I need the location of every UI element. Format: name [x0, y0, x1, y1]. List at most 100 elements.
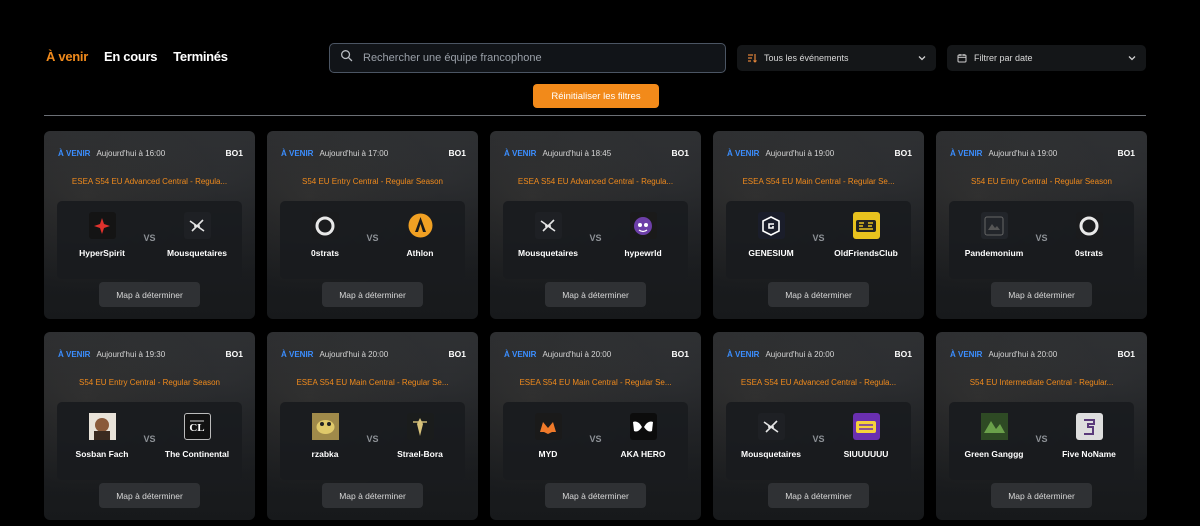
map-tbd-button[interactable]: Map à déterminer	[768, 282, 869, 307]
event-name: ESEA S54 EU Advanced Central - Regula...	[740, 378, 897, 387]
chevron-down-icon	[917, 53, 927, 63]
team-name: Mousquetaires	[518, 248, 578, 258]
match-card[interactable]: À VENIR Aujourd'hui à 19:30 BO1 S54 EU E…	[44, 332, 255, 520]
status-badge: À VENIR	[58, 148, 91, 158]
tab-live[interactable]: En cours	[104, 49, 158, 64]
match-card[interactable]: À VENIR Aujourd'hui à 17:00 BO1 S54 EU E…	[267, 131, 478, 319]
match-time: Aujourd'hui à 19:00	[765, 148, 835, 158]
match-card[interactable]: À VENIR Aujourd'hui à 20:00 BO1 S54 EU I…	[936, 332, 1147, 520]
map-tbd-button[interactable]: Map à déterminer	[99, 282, 200, 307]
map-tbd-button[interactable]: Map à déterminer	[545, 282, 646, 307]
match-format: BO1	[448, 349, 466, 359]
tab-finished[interactable]: Terminés	[173, 49, 228, 64]
match-format: BO1	[448, 148, 466, 158]
match-teams: HyperSpirit VS Mousquetaires	[57, 201, 242, 279]
svg-text:CL: CL	[189, 422, 204, 434]
map-tbd-button[interactable]: Map à déterminer	[99, 483, 200, 508]
0strats-logo	[1075, 212, 1103, 239]
team-right[interactable]: hypewrld	[598, 212, 688, 258]
team-right[interactable]: CL The Continental	[152, 413, 242, 459]
search-input[interactable]	[363, 52, 703, 64]
tab-upcoming[interactable]: À venir	[46, 49, 88, 64]
event-name: S54 EU Entry Central - Regular Season	[971, 177, 1112, 186]
team-right[interactable]: Strael-Bora	[375, 413, 465, 459]
team-right[interactable]: OldFriendsClub	[821, 212, 911, 258]
team-name: Strael-Bora	[397, 449, 443, 459]
event-name: ESEA S54 EU Main Central - Regular Se...	[296, 378, 449, 387]
match-time: Aujourd'hui à 18:45	[542, 148, 612, 158]
match-time: Aujourd'hui à 17:00	[319, 148, 389, 158]
status-badge: À VENIR	[727, 349, 760, 359]
events-filter-select[interactable]: Tous les événements	[737, 45, 936, 71]
team-right[interactable]: 0strats	[1044, 212, 1134, 258]
event-name: ESEA S54 EU Main Central - Regular Se...	[519, 378, 672, 387]
team-name: MYD	[538, 449, 558, 459]
team-name: GENESIUM	[748, 248, 794, 258]
match-format: BO1	[894, 349, 912, 359]
team-name: Five NoName	[1062, 449, 1116, 459]
map-tbd-button[interactable]: Map à déterminer	[768, 483, 869, 508]
team-name: Pandemonium	[964, 248, 1024, 258]
match-card[interactable]: À VENIR Aujourd'hui à 16:00 BO1 ESEA S54…	[44, 131, 255, 319]
match-card[interactable]: À VENIR Aujourd'hui à 19:00 BO1 ESEA S54…	[713, 131, 924, 319]
match-format: BO1	[1117, 148, 1135, 158]
match-teams: 0strats VS Athlon	[280, 201, 465, 279]
map-tbd-button[interactable]: Map à déterminer	[322, 282, 423, 307]
status-badge: À VENIR	[504, 148, 537, 158]
siuuuuuu-logo	[852, 413, 880, 440]
match-format: BO1	[225, 349, 243, 359]
match-time: Aujourd'hui à 16:00	[96, 148, 166, 158]
match-time: Aujourd'hui à 19:00	[988, 148, 1058, 158]
athlon-logo	[407, 212, 434, 239]
team-name: 0strats	[1075, 248, 1103, 258]
map-tbd-button[interactable]: Map à déterminer	[545, 483, 646, 508]
match-teams: rzabka VS Strael-Bora	[280, 402, 465, 480]
team-name: AKA HERO	[620, 449, 666, 459]
team-right[interactable]: AKA HERO	[598, 413, 688, 459]
event-name: ESEA S54 EU Main Central - Regular Se...	[742, 177, 895, 186]
status-badge: À VENIR	[58, 349, 91, 359]
match-teams: Sosban Fach VS CL The Continental	[57, 402, 242, 480]
team-right[interactable]: SIUUUUUU	[821, 413, 911, 459]
match-teams: Mousquetaires VS SIUUUUUU	[726, 402, 911, 480]
team-name: 0strats	[311, 248, 339, 258]
map-tbd-button[interactable]: Map à déterminer	[991, 282, 1092, 307]
team-name: Mousquetaires	[167, 248, 227, 258]
match-card[interactable]: À VENIR Aujourd'hui à 20:00 BO1 ESEA S54…	[490, 332, 701, 520]
date-filter-label: Filtrer par date	[974, 53, 1033, 63]
team-name: OldFriendsClub	[834, 248, 898, 258]
match-teams: Green Ganggg VS Five NoName	[949, 402, 1134, 480]
match-card[interactable]: À VENIR Aujourd'hui à 19:00 BO1 S54 EU E…	[936, 131, 1147, 319]
reset-filters-button[interactable]: Réinitialiser les filtres	[533, 84, 659, 108]
team-right[interactable]: Five NoName	[1044, 413, 1134, 459]
match-grid: À VENIR Aujourd'hui à 16:00 BO1 ESEA S54…	[44, 131, 1147, 520]
five-noname-logo	[1075, 413, 1103, 440]
match-format: BO1	[1117, 349, 1135, 359]
hypewrld-logo	[629, 212, 657, 239]
match-card[interactable]: À VENIR Aujourd'hui à 18:45 BO1 ESEA S54…	[490, 131, 701, 319]
match-card[interactable]: À VENIR Aujourd'hui à 20:00 BO1 ESEA S54…	[267, 332, 478, 520]
team-name: rzabka	[311, 449, 339, 459]
team-right[interactable]: Athlon	[375, 212, 465, 258]
map-tbd-button[interactable]: Map à déterminer	[991, 483, 1092, 508]
divider	[44, 115, 1146, 116]
mousquetaires-logo	[183, 212, 211, 239]
match-time: Aujourd'hui à 20:00	[542, 349, 612, 359]
status-tabs: À venir En cours Terminés	[46, 49, 228, 64]
status-badge: À VENIR	[727, 148, 760, 158]
match-time: Aujourd'hui à 20:00	[988, 349, 1058, 359]
team-search[interactable]	[329, 43, 726, 73]
status-badge: À VENIR	[950, 148, 983, 158]
match-format: BO1	[225, 148, 243, 158]
match-teams: GENESIUM VS OldFriendsClub	[726, 201, 911, 279]
events-filter-label: Tous les événements	[764, 53, 849, 63]
status-badge: À VENIR	[281, 148, 314, 158]
team-name: Athlon	[406, 248, 434, 258]
event-name: S54 EU Entry Central - Regular Season	[302, 177, 443, 186]
team-name: Mousquetaires	[741, 449, 801, 459]
team-right[interactable]: Mousquetaires	[152, 212, 242, 258]
map-tbd-button[interactable]: Map à déterminer	[322, 483, 423, 508]
match-format: BO1	[671, 148, 689, 158]
match-card[interactable]: À VENIR Aujourd'hui à 20:00 BO1 ESEA S54…	[713, 332, 924, 520]
date-filter-select[interactable]: Filtrer par date	[947, 45, 1146, 71]
